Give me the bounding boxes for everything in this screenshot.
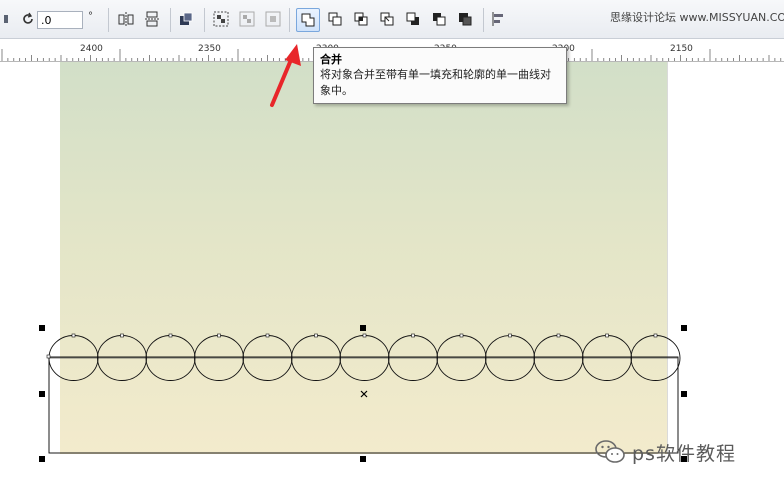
rectangle-shape[interactable]: [48, 356, 679, 454]
selection-handle: [360, 325, 366, 331]
selection-handle: [681, 391, 687, 397]
rectangle-node: [46, 354, 51, 359]
red-arrow-annotation: [270, 44, 301, 107]
circle-node: [217, 333, 221, 338]
circle-node: [362, 333, 367, 338]
wechat-watermark: ps软件教程: [594, 437, 736, 467]
circle-node: [265, 333, 270, 338]
selection-handle: [360, 456, 366, 462]
circle-node: [605, 333, 609, 338]
circle-node: [314, 333, 318, 338]
selection-handle: [39, 325, 45, 331]
center-marker-icon[interactable]: [360, 390, 368, 398]
circle-node: [411, 333, 415, 338]
wechat-logo-icon: [595, 440, 625, 463]
circle-node: [508, 333, 512, 338]
circle-node: [459, 333, 464, 338]
circle-node: [71, 333, 76, 338]
circle-node: [653, 333, 658, 338]
watermark-text: ps软件教程: [632, 442, 736, 465]
circle-node: [120, 333, 124, 338]
tooltip-title: 合并: [320, 53, 342, 66]
circle-node: [556, 333, 561, 338]
selection-handle: [39, 391, 45, 397]
circle-node: [168, 333, 173, 338]
selection-handle: [39, 456, 45, 462]
tooltip-description: 将对象合并至带有单一填充和轮廓的单一曲线对象中。: [320, 68, 551, 97]
selection-handle: [681, 325, 687, 331]
weld-tooltip: 合并 将对象合并至带有单一填充和轮廓的单一曲线对象中。: [313, 47, 567, 104]
